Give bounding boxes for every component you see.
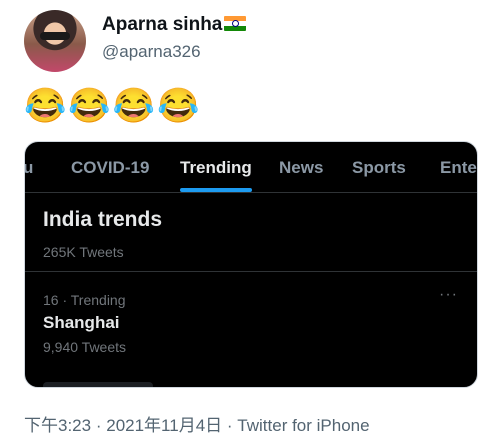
tab-news: News [279, 158, 324, 177]
active-tab-indicator [180, 188, 252, 192]
separator: · [226, 416, 233, 435]
tab-entertainment: Ente [440, 158, 477, 177]
more-options-icon: ··· [439, 286, 458, 303]
tab-trending: Trending [180, 158, 252, 177]
trend-count: 9,940 Tweets [43, 339, 127, 355]
india-flag-icon [224, 16, 247, 31]
trend-meta: 16 · Trending [43, 292, 126, 308]
author-name[interactable]: Aparna sinha [102, 14, 247, 36]
section-title: India trends [43, 208, 163, 231]
separator: · [95, 416, 102, 435]
trend-name: Shanghai [43, 313, 120, 332]
tweet-media-screenshot[interactable]: u COVID-19 Trending News Sports Ente Ind… [24, 141, 478, 388]
author-handle[interactable]: @aparna326 [102, 42, 201, 62]
avatar[interactable] [24, 10, 86, 72]
trend-count: 265K Tweets [43, 244, 124, 260]
tweet-text: 😂😂😂😂 [24, 87, 202, 125]
partial-next-row [43, 382, 153, 387]
tab-covid-19: COVID-19 [71, 158, 150, 177]
explore-tabs: u COVID-19 Trending News Sports Ente [25, 142, 477, 193]
author-name-text[interactable]: Aparna sinha [102, 14, 222, 35]
tweet-source[interactable]: Twitter for iPhone [237, 416, 369, 435]
tab-partial: u [24, 158, 34, 177]
tweet-timestamp[interactable]: 下午3:23 · 2021年11月4日 · Twitter for iPhone [24, 411, 370, 436]
tab-sports: Sports [352, 158, 406, 177]
tweet-time[interactable]: 下午3:23 [24, 416, 91, 435]
tweet-date[interactable]: 2021年11月4日 [106, 416, 222, 435]
divider [25, 271, 477, 272]
